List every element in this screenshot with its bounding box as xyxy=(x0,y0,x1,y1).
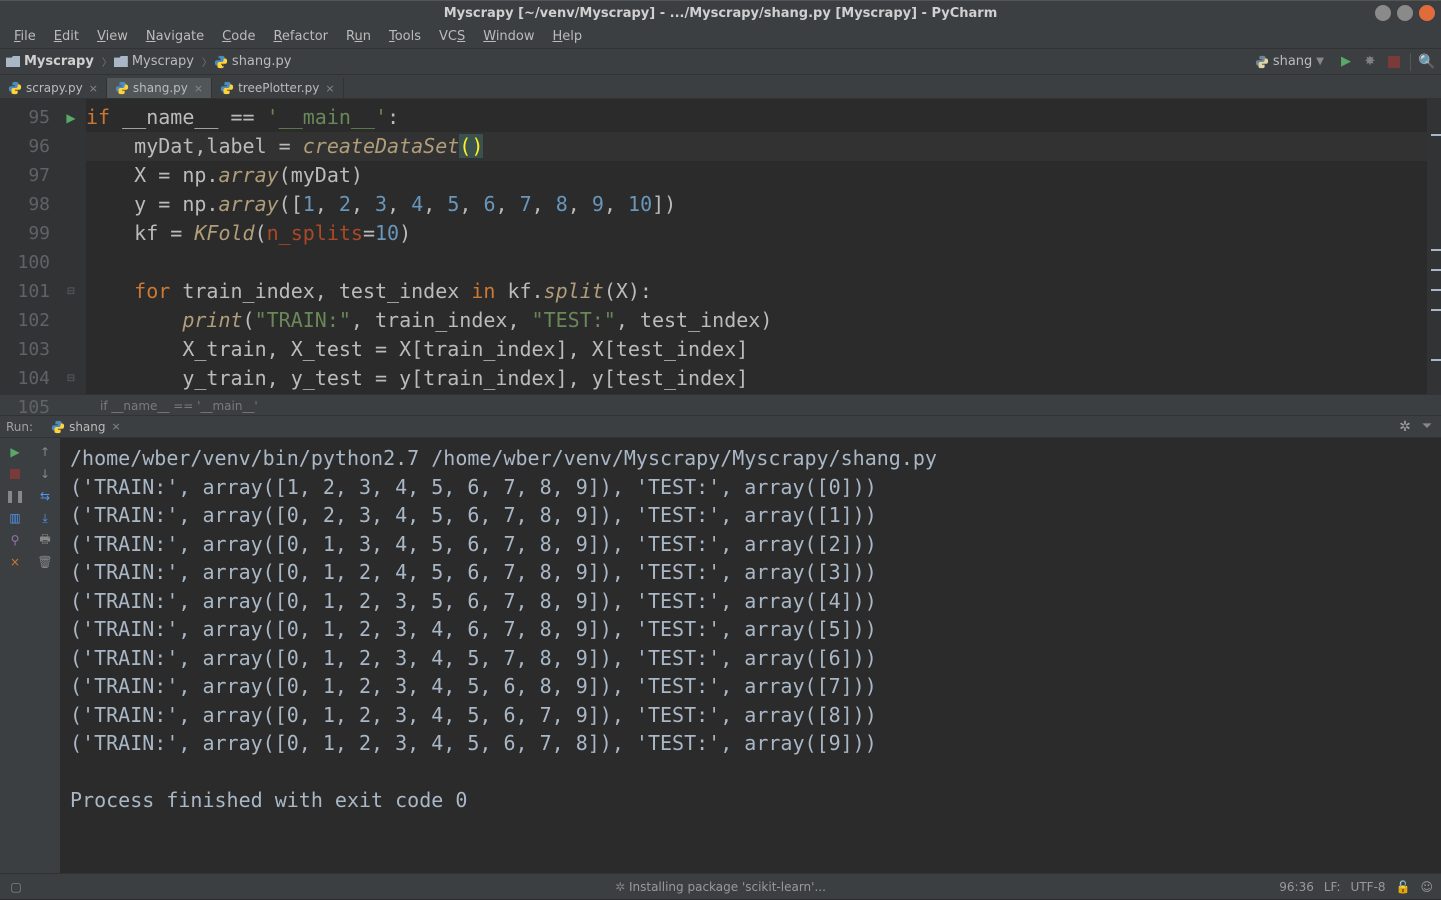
menu-tools[interactable]: Tools xyxy=(381,27,429,46)
breadcrumb-file[interactable]: shang.py xyxy=(214,54,292,69)
encoding[interactable]: UTF-8 xyxy=(1351,880,1386,894)
editor-tab-shang[interactable]: shang.py × xyxy=(107,78,212,98)
menu-window[interactable]: Window xyxy=(475,27,542,46)
maximize-button[interactable] xyxy=(1397,5,1413,21)
editor-tab-label: shang.py xyxy=(133,81,188,95)
console-output[interactable]: /home/wber/venv/bin/python2.7 /home/wber… xyxy=(60,438,1441,873)
run-tool-label: Run: xyxy=(6,420,33,434)
editor-tabs: scrapy.py × shang.py × treePlotter.py × xyxy=(0,75,1441,99)
stop-button[interactable] xyxy=(7,466,23,482)
debug-button[interactable]: ✸ xyxy=(1362,54,1378,70)
chevron-down-icon: ▼ xyxy=(1316,56,1324,67)
run-toolbar-right: ↑ ↓ ⇆ ⤓ 🖶 🗑 xyxy=(30,438,60,873)
fold-icon[interactable]: ⊟ xyxy=(67,286,75,297)
navigation-bar: Myscrapy 〉 Myscrapy 〉 shang.py shang ▼ ▶… xyxy=(0,49,1441,75)
pause-button[interactable]: ❚❚ xyxy=(7,488,23,504)
close-button[interactable] xyxy=(1419,5,1435,21)
stop-button[interactable] xyxy=(1386,54,1402,70)
soft-wrap-icon[interactable]: ⇆ xyxy=(37,488,53,504)
python-file-icon xyxy=(214,55,228,69)
error-stripe[interactable] xyxy=(1427,99,1441,394)
menu-file[interactable]: FFileile xyxy=(6,27,44,46)
code-area[interactable]: if __name__ == '__main__': myDat,label =… xyxy=(86,99,1427,394)
python-file-icon xyxy=(1255,55,1269,69)
divider xyxy=(1410,53,1411,71)
folder-icon xyxy=(6,56,20,67)
run-tool-window-header: Run: shang × ✲ ⏷ xyxy=(0,416,1441,438)
tool-windows-icon[interactable]: ▢ xyxy=(8,879,24,895)
menu-refactor[interactable]: Refactor xyxy=(265,27,336,46)
down-stack-icon[interactable]: ↓ xyxy=(37,466,53,482)
title-bar: Myscrapy [~/venv/Myscrapy] - .../Myscrap… xyxy=(0,0,1441,25)
python-file-icon xyxy=(115,81,129,95)
python-file-icon xyxy=(8,81,22,95)
attach-button[interactable]: ⚲ xyxy=(7,532,23,548)
breadcrumb-folder[interactable]: Myscrapy xyxy=(114,54,194,69)
run-tab-shang[interactable]: shang × xyxy=(45,418,127,436)
caret-position[interactable]: 96:36 xyxy=(1279,880,1314,894)
close-icon[interactable]: × xyxy=(194,82,203,95)
run-gutter-icon[interactable]: ▶ xyxy=(66,111,75,125)
structure-breadcrumb[interactable]: if __name__ == '__main__' xyxy=(0,394,1441,416)
close-icon[interactable]: × xyxy=(7,554,23,570)
minimize-button[interactable] xyxy=(1375,5,1391,21)
chevron-right-icon: 〉 xyxy=(102,54,112,69)
menu-help[interactable]: Help xyxy=(545,27,591,46)
fold-icon[interactable]: ⊟ xyxy=(67,373,75,384)
menu-view[interactable]: View xyxy=(89,27,136,46)
editor[interactable]: 9596979899100101102103104105 ▶ ⊟ ⊟ if __… xyxy=(0,99,1441,394)
structure-breadcrumb-label: if __name__ == '__main__' xyxy=(100,399,258,413)
line-number-gutter: 9596979899100101102103104105 xyxy=(0,99,56,394)
run-tab-label: shang xyxy=(69,420,105,434)
menu-vcs[interactable]: VCS xyxy=(431,27,473,46)
hide-icon[interactable]: ⏷ xyxy=(1419,419,1435,435)
lock-icon[interactable]: 🔓 xyxy=(1396,880,1411,894)
scroll-end-icon[interactable]: ⤓ xyxy=(37,510,53,526)
close-icon[interactable]: × xyxy=(89,82,98,95)
gutter-icons: ▶ ⊟ ⊟ xyxy=(56,99,86,394)
menu-navigate[interactable]: Navigate xyxy=(138,27,212,46)
print-icon[interactable]: 🖶 xyxy=(37,532,53,548)
folder-icon xyxy=(114,56,128,67)
trash-icon[interactable]: 🗑 xyxy=(37,554,53,570)
python-file-icon xyxy=(220,81,234,95)
layout-button[interactable]: ▥ xyxy=(7,510,23,526)
run-config-label: shang xyxy=(1273,54,1312,69)
menu-code[interactable]: Code xyxy=(214,27,263,46)
editor-tab-treeplotter[interactable]: treePlotter.py × xyxy=(212,78,343,98)
run-button[interactable]: ▶ xyxy=(1338,54,1354,70)
python-file-icon xyxy=(51,420,65,434)
menu-bar: FFileile Edit View Navigate Code Refacto… xyxy=(0,25,1441,49)
window-title: Myscrapy [~/venv/Myscrapy] - .../Myscrap… xyxy=(444,6,998,21)
close-icon[interactable]: × xyxy=(112,420,121,433)
editor-tab-scrapy[interactable]: scrapy.py × xyxy=(0,78,107,98)
editor-tab-label: scrapy.py xyxy=(26,81,83,95)
line-separator[interactable]: LF: xyxy=(1324,880,1341,894)
up-stack-icon[interactable]: ↑ xyxy=(37,444,53,460)
run-config-selector[interactable]: shang ▼ xyxy=(1249,52,1330,71)
editor-tab-label: treePlotter.py xyxy=(238,81,319,95)
gear-icon[interactable]: ✲ xyxy=(1397,419,1413,435)
status-bar: ▢ ✲ Installing package 'scikit-learn'...… xyxy=(0,873,1441,899)
chevron-right-icon: 〉 xyxy=(202,54,212,69)
run-console: ▶ ❚❚ ▥ ⚲ × ↑ ↓ ⇆ ⤓ 🖶 🗑 /home/wber/venv/b… xyxy=(0,438,1441,873)
hector-icon[interactable]: ☺ xyxy=(1420,880,1433,894)
close-icon[interactable]: × xyxy=(325,82,334,95)
menu-edit[interactable]: Edit xyxy=(46,27,87,46)
search-everywhere-button[interactable]: 🔍 xyxy=(1419,54,1435,70)
status-message: ✲ Installing package 'scikit-learn'... xyxy=(615,880,826,894)
run-toolbar-left: ▶ ❚❚ ▥ ⚲ × xyxy=(0,438,30,873)
rerun-button[interactable]: ▶ xyxy=(7,444,23,460)
menu-run[interactable]: Run xyxy=(338,27,379,46)
breadcrumb-root[interactable]: Myscrapy xyxy=(6,54,94,69)
